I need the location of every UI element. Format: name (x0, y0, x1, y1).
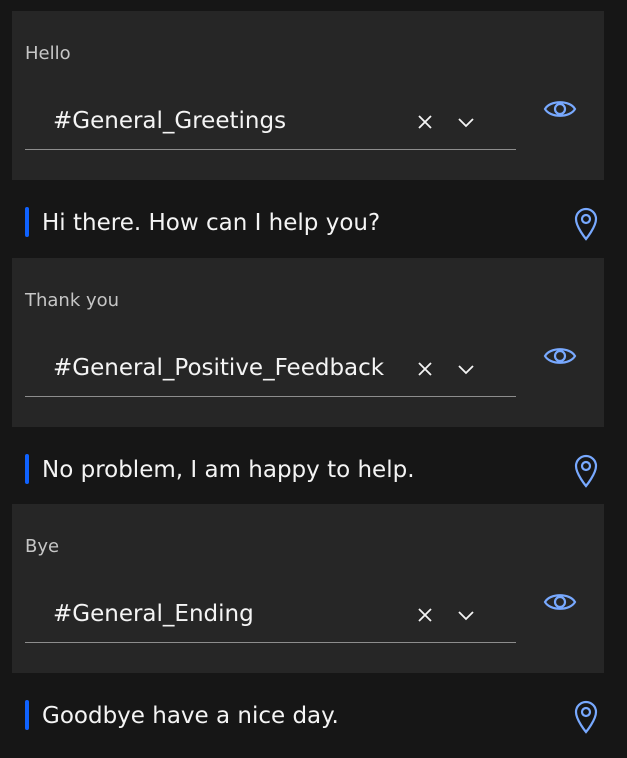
location-pin-icon[interactable] (573, 454, 599, 488)
intent-card: Thank you #General_Positive_Feedback (12, 258, 604, 427)
response-row: Goodbye have a nice day. (0, 684, 627, 748)
clear-icon[interactable] (417, 607, 433, 623)
eye-icon[interactable] (543, 95, 577, 123)
response-row: Hi there. How can I help you? (0, 191, 627, 255)
response-indicator (25, 207, 29, 237)
intent-dropdown[interactable]: #General_Positive_Feedback (25, 340, 516, 397)
location-pin-icon[interactable] (573, 207, 599, 241)
intent-dropdown[interactable]: #General_Greetings (25, 93, 516, 150)
utterance-label: Thank you (25, 290, 120, 311)
response-text: Goodbye have a nice day. (42, 703, 339, 729)
intent-value: #General_Positive_Feedback (53, 355, 385, 381)
utterance-label: Hello (25, 43, 71, 64)
response-indicator (25, 700, 29, 730)
response-row: No problem, I am happy to help. (0, 438, 627, 502)
response-text: No problem, I am happy to help. (42, 457, 415, 483)
clear-icon[interactable] (417, 114, 433, 130)
utterance-label: Bye (25, 536, 60, 557)
chevron-down-icon[interactable] (457, 362, 475, 376)
chevron-down-icon[interactable] (457, 608, 475, 622)
eye-icon[interactable] (543, 342, 577, 370)
response-indicator (25, 454, 29, 484)
chevron-down-icon[interactable] (457, 115, 475, 129)
location-pin-icon[interactable] (573, 700, 599, 734)
response-text: Hi there. How can I help you? (42, 210, 381, 236)
intent-value: #General_Greetings (53, 108, 287, 134)
intent-card: Hello #General_Greetings (12, 11, 604, 180)
intent-dropdown[interactable]: #General_Ending (25, 586, 516, 643)
intent-card: Bye #General_Ending (12, 504, 604, 673)
eye-icon[interactable] (543, 588, 577, 616)
clear-icon[interactable] (417, 361, 433, 377)
intent-value: #General_Ending (53, 601, 254, 627)
